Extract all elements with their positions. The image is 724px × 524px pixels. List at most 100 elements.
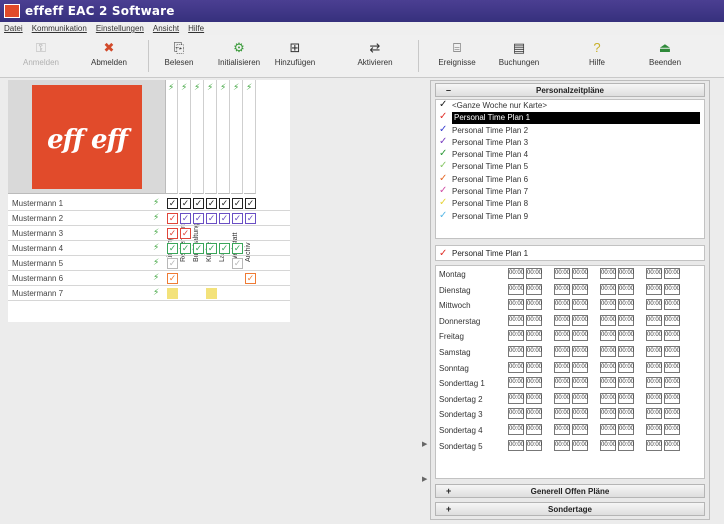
time-field[interactable]: 00:00 [646,299,662,311]
time-field[interactable]: 00:00 [646,423,662,435]
time-field[interactable]: 00:00 [508,361,524,373]
time-field[interactable]: 00:00 [600,330,616,342]
time-field[interactable]: 00:00 [572,423,588,435]
time-field[interactable]: 00:00 [600,423,616,435]
general-open-header[interactable]: + Generell Offen Pläne [435,484,705,498]
permission-checkbox[interactable]: ✓ [245,213,256,224]
time-field[interactable]: 00:00 [554,423,570,435]
time-field[interactable]: 00:00 [554,314,570,326]
person-row[interactable]: Mustermann 5 ⚡ ✓ ✓ [8,256,290,271]
permission-checkbox[interactable]: ✓ [180,243,191,254]
permission-checkbox[interactable]: ✓ [180,228,191,239]
plan-list-item[interactable]: ✓ Personal Time Plan 2 [436,124,704,137]
time-field[interactable]: 00:00 [572,377,588,389]
time-field[interactable]: 00:00 [664,439,680,451]
time-field[interactable]: 00:00 [526,330,542,342]
permission-checkbox[interactable]: ✓ [167,198,178,209]
time-field[interactable]: 00:00 [600,439,616,451]
time-field[interactable]: 00:00 [508,392,524,404]
time-field[interactable]: 00:00 [526,268,542,279]
time-field[interactable]: 00:00 [526,439,542,451]
time-field[interactable]: 00:00 [664,377,680,389]
person-row[interactable]: Mustermann 3 ⚡ ✓ ✓ [8,226,290,241]
permission-checkbox[interactable]: ✓ [180,213,191,224]
permission-checkbox[interactable]: ✓ [167,213,178,224]
plan-list-item[interactable]: ✓ Personal Time Plan 7 [436,185,704,198]
menu-einstellungen[interactable]: Einstellungen [96,24,144,33]
time-field[interactable]: 00:00 [646,377,662,389]
panel-splitter[interactable]: ▶ ▶ [420,80,428,520]
time-field[interactable]: 00:00 [508,408,524,420]
person-row[interactable]: Mustermann 7 ⚡ [8,286,290,301]
person-row[interactable]: Mustermann 1 ⚡ ✓ ✓ ✓ ✓ ✓ ✓ ✓ [8,196,290,211]
time-field[interactable]: 00:00 [600,377,616,389]
time-field[interactable]: 00:00 [618,423,634,435]
time-field[interactable]: 00:00 [618,392,634,404]
permission-checkbox[interactable]: ✓ [232,243,243,254]
exit-button[interactable]: ⏏ Beenden [636,38,694,74]
events-button[interactable]: ⌸ Ereignisse [428,38,486,74]
time-field[interactable]: 00:00 [618,361,634,373]
column-header[interactable]: ⚡ Werkstatt [231,80,243,262]
plan-list-item[interactable]: ✓ Personal Time Plan 5 [436,160,704,173]
time-field[interactable]: 00:00 [526,408,542,420]
time-field[interactable]: 00:00 [600,299,616,311]
time-field[interactable]: 00:00 [664,283,680,295]
permission-checkbox[interactable]: ✓ [193,198,204,209]
person-row[interactable]: Mustermann 4 ⚡ ✓ ✓ ✓ ✓ ✓ ✓ [8,241,290,256]
time-field[interactable]: 00:00 [508,283,524,295]
personal-plans-header[interactable]: – Personalzeitpläne [435,83,705,97]
permission-checkbox[interactable]: ✓ [245,198,256,209]
initialize-button[interactable]: ⚙ Initialisieren [210,38,268,74]
time-field[interactable]: 00:00 [646,408,662,420]
plan-list-item[interactable]: ✓ Personal Time Plan 3 [436,136,704,149]
add-button[interactable]: ⊞ Hinzufügen [266,38,324,74]
time-field[interactable]: 00:00 [618,314,634,326]
permission-checkbox[interactable]: ✓ [219,243,230,254]
permission-checkbox[interactable]: ✓ [206,198,217,209]
menu-datei[interactable]: Datei [4,24,23,33]
permission-checkbox[interactable]: ✓ [219,198,230,209]
time-field[interactable]: 00:00 [526,377,542,389]
plan-list-item[interactable]: ✓ Personal Time Plan 4 [436,148,704,161]
time-field[interactable]: 00:00 [600,392,616,404]
time-field[interactable]: 00:00 [618,408,634,420]
time-field[interactable]: 00:00 [554,283,570,295]
time-field[interactable]: 00:00 [646,314,662,326]
person-row[interactable]: Mustermann 6 ⚡ ✓ ✓ [8,271,290,286]
time-field[interactable]: 00:00 [646,345,662,357]
column-header[interactable]: ⚡ Eingang 1 [166,80,178,262]
time-field[interactable]: 00:00 [618,377,634,389]
time-field[interactable]: 00:00 [600,314,616,326]
time-field[interactable]: 00:00 [618,268,634,279]
permission-checkbox[interactable]: ✓ [232,198,243,209]
time-field[interactable]: 00:00 [526,283,542,295]
time-field[interactable]: 00:00 [554,330,570,342]
person-row[interactable]: Mustermann 2 ⚡ ✓ ✓ ✓ ✓ ✓ ✓ ✓ [8,211,290,226]
logout-button[interactable]: ✖ Abmelden [80,38,138,74]
time-field[interactable]: 00:00 [526,392,542,404]
column-header[interactable]: ⚡ Küche [205,80,217,262]
time-field[interactable]: 00:00 [664,361,680,373]
time-field[interactable]: 00:00 [572,299,588,311]
time-field[interactable]: 00:00 [526,314,542,326]
time-field[interactable]: 00:00 [646,361,662,373]
time-field[interactable]: 00:00 [572,283,588,295]
read-button[interactable]: ⎘ Belesen [150,38,208,74]
time-field[interactable]: 00:00 [664,423,680,435]
column-header[interactable]: ⚡ Lager [218,80,230,262]
menu-ansicht[interactable]: Ansicht [153,24,179,33]
time-field[interactable]: 00:00 [618,439,634,451]
permission-checkbox[interactable]: ✓ [232,213,243,224]
permission-checkbox[interactable]: ✓ [167,228,178,239]
time-field[interactable]: 00:00 [508,314,524,326]
time-field[interactable]: 00:00 [572,268,588,279]
time-field[interactable]: 00:00 [600,361,616,373]
time-field[interactable]: 00:00 [646,268,662,279]
time-field[interactable]: 00:00 [554,299,570,311]
time-field[interactable]: 00:00 [664,314,680,326]
time-field[interactable]: 00:00 [508,439,524,451]
time-field[interactable]: 00:00 [554,408,570,420]
permission-checkbox[interactable]: ✓ [206,243,217,254]
time-field[interactable]: 00:00 [646,283,662,295]
